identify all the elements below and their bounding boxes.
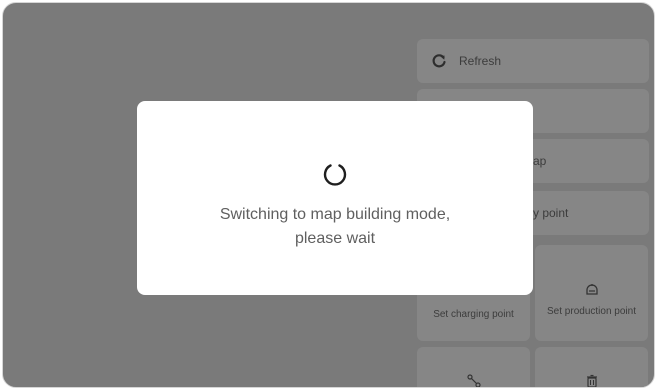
refresh-icon xyxy=(432,54,446,68)
panel-item-4-label: y point xyxy=(533,206,569,220)
trash-icon xyxy=(586,374,597,387)
loading-message-line1: Switching to map building mode, xyxy=(219,206,451,223)
set-production-point-button[interactable]: Set production point xyxy=(535,245,648,341)
panel-item-3-label: ap xyxy=(533,154,547,168)
set-production-point-label: Set production point xyxy=(547,305,636,317)
loading-message: Switching to map building mode, please w… xyxy=(175,203,495,251)
set-charging-point-label: Set charging point xyxy=(433,308,514,320)
edit-path-icon xyxy=(466,374,481,387)
refresh-button[interactable]: Refresh xyxy=(417,39,649,83)
loading-message-line2: please wait xyxy=(294,230,376,247)
refresh-label: Refresh xyxy=(459,54,502,68)
loading-spinner-icon xyxy=(323,164,347,186)
edit-path-button[interactable] xyxy=(417,347,530,387)
production-point-icon xyxy=(585,283,598,295)
app-window: Refresh ap y point Set charging point Se… xyxy=(2,2,655,388)
loading-dialog: Switching to map building mode, please w… xyxy=(137,101,533,295)
delete-button[interactable] xyxy=(535,347,648,387)
